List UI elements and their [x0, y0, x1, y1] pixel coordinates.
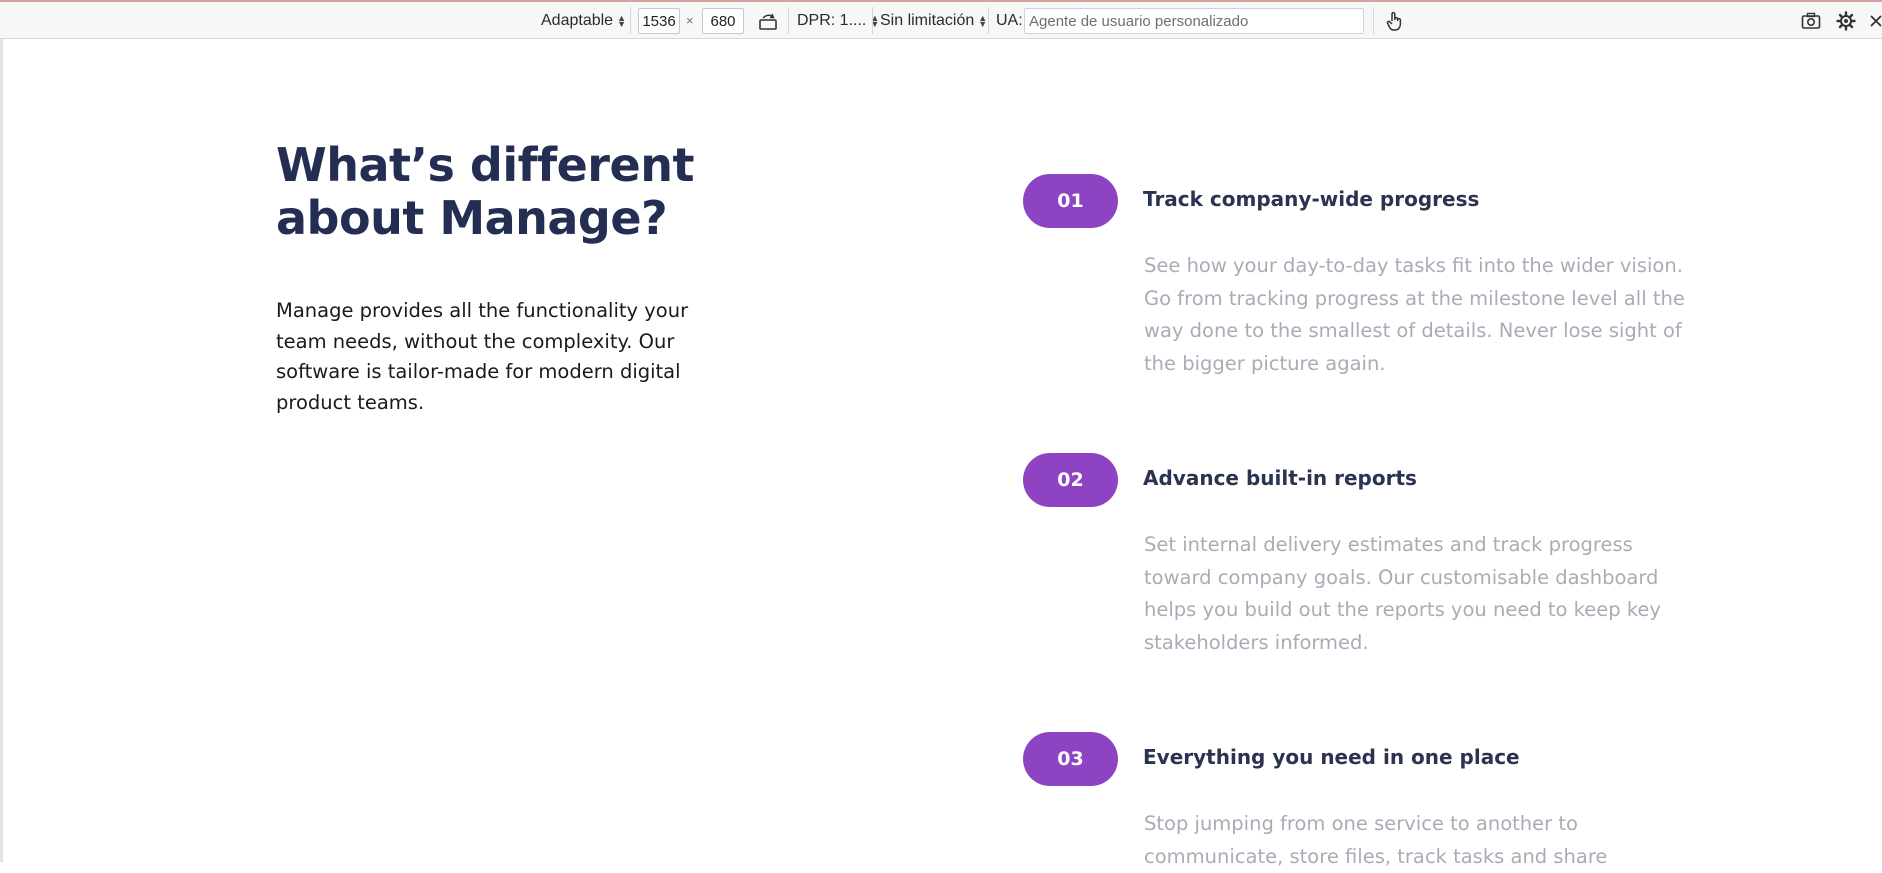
user-agent-label: UA:: [996, 11, 1023, 29]
feature-number-badge: 03: [1023, 732, 1118, 786]
toolbar-divider: [788, 7, 789, 34]
feature-number-badge: 02: [1023, 453, 1118, 507]
select-arrows-icon: ▲ ▼: [617, 12, 626, 29]
close-icon[interactable]: [1868, 9, 1882, 33]
dpr-selector-label: DPR: 1....: [797, 11, 867, 29]
feature-description: Stop jumping from one service to another…: [1144, 812, 1608, 868]
rotate-icon[interactable]: [756, 9, 780, 33]
throttling-selector-label: Sin limitación: [880, 11, 975, 29]
toolbar-divider: [1373, 7, 1374, 34]
viewport-height-input[interactable]: [702, 8, 744, 34]
throttling-selector[interactable]: Sin limitación ▲ ▼: [880, 2, 987, 39]
feature-description: See how your day-to-day tasks fit into t…: [1144, 254, 1685, 375]
dpr-selector[interactable]: DPR: 1.... ▲ ▼: [797, 2, 879, 39]
toolbar-divider: [872, 7, 873, 34]
feature-title: Track company-wide progress: [1143, 187, 1480, 211]
device-selector[interactable]: Adaptable ▲ ▼: [541, 2, 626, 39]
touch-icon[interactable]: [1382, 9, 1406, 33]
toolbar-divider: [630, 7, 631, 34]
feature-title: Advance built-in reports: [1143, 466, 1417, 490]
device-selector-label: Adaptable: [541, 11, 614, 29]
user-agent-input[interactable]: [1024, 8, 1364, 34]
screenshot-icon[interactable]: [1799, 9, 1823, 33]
feature-description: Set internal delivery estimates and trac…: [1144, 533, 1661, 654]
dimension-separator: ×: [686, 13, 694, 28]
responsive-toolbar: Adaptable ▲▼ × DPR: 1.... ▲▼ Sin limitac…: [0, 0, 1882, 39]
settings-icon[interactable]: [1834, 9, 1858, 33]
select-arrows-icon: ▲ ▼: [978, 12, 988, 29]
page-title: What’s different about Manage?: [276, 138, 694, 245]
feature-title: Everything you need in one place: [1143, 745, 1520, 769]
viewport-width-input[interactable]: [638, 8, 680, 34]
page-viewport: What’s different about Manage? Manage pr…: [0, 39, 1882, 868]
intro-paragraph: Manage provides all the functionality yo…: [276, 299, 689, 414]
toolbar-divider: [988, 7, 989, 34]
feature-number-badge: 01: [1023, 174, 1118, 228]
